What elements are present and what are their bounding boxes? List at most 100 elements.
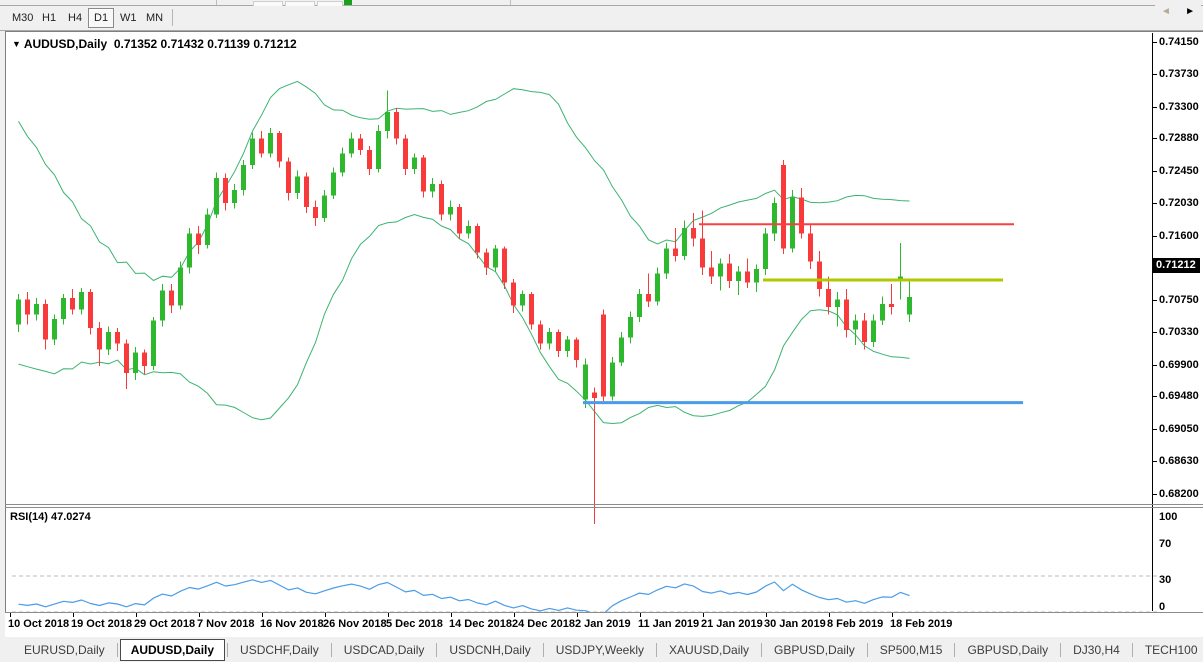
candle	[664, 243, 669, 279]
chart-symbol-label: AUDUSD,Daily	[24, 37, 107, 51]
candle	[691, 213, 696, 246]
candle	[340, 148, 345, 177]
candle	[484, 249, 489, 276]
candle	[808, 224, 813, 270]
candle	[898, 243, 903, 299]
time-tick-mark	[262, 613, 263, 617]
time-tick-label: 24 Dec 2018	[512, 618, 575, 630]
chart-tab-gbpusd-daily[interactable]: GBPUSD,Daily	[764, 639, 865, 661]
candle	[556, 330, 561, 357]
time-tick-mark	[199, 613, 200, 617]
chart-tab-usdcnh-daily[interactable]: USDCNH,Daily	[439, 639, 540, 661]
candle	[43, 299, 48, 349]
candle	[403, 135, 408, 175]
chart-tab-dj30-h4[interactable]: DJ30,H4	[1063, 639, 1130, 661]
candle	[610, 357, 615, 400]
candle	[709, 251, 714, 284]
candle	[115, 328, 120, 351]
tab-scroll-right-icon[interactable]: ►	[1185, 0, 1195, 24]
price-tick-label: 0.71600	[1159, 229, 1203, 243]
chart-tab-usdcad-daily[interactable]: USDCAD,Daily	[334, 639, 435, 661]
price-tick-mark	[1153, 42, 1157, 43]
candle	[133, 347, 138, 380]
current-price-badge: 0.71212	[1153, 258, 1200, 273]
candle	[763, 228, 768, 275]
timeframe-toolbar: M30H1H4D1W1MN	[0, 6, 1203, 31]
price-tick-mark	[1153, 300, 1157, 301]
candle	[448, 201, 453, 221]
bollinger-bands	[19, 81, 910, 423]
toolbar-button-green-partial[interactable]	[344, 0, 352, 5]
candle	[79, 288, 84, 315]
candle	[619, 332, 624, 366]
price-tick-mark	[1153, 461, 1157, 462]
tab-scroll-left-icon[interactable]: ◄	[1161, 0, 1171, 24]
time-tick-label: 26 Nov 2018	[323, 618, 387, 630]
timeframe-button-h4[interactable]: H4	[62, 8, 88, 28]
pane-splitter[interactable]	[5, 504, 1203, 505]
chart-window	[5, 31, 1203, 637]
candle	[439, 180, 444, 220]
chart-tab-sp500-m15[interactable]: SP500,M15	[870, 639, 953, 661]
candle	[385, 91, 390, 139]
chart-tab-usdchf-daily[interactable]: USDCHF,Daily	[230, 639, 329, 661]
candle	[736, 266, 741, 295]
timeframe-button-h1[interactable]: H1	[36, 8, 62, 28]
chart-tab-audusd-daily[interactable]: AUDUSD,Daily	[120, 639, 225, 661]
candle	[295, 170, 300, 199]
price-tick-label: 0.68200	[1159, 487, 1203, 501]
candle	[187, 228, 192, 274]
price-tick-mark	[1153, 171, 1157, 172]
chart-tab-tech100[interactable]: TECH100	[1135, 639, 1203, 661]
timeframe-button-w1[interactable]: W1	[114, 8, 143, 28]
time-tick-mark	[73, 613, 74, 617]
candle	[277, 131, 282, 168]
candle	[232, 184, 237, 208]
time-tick-label: 2 Jan 2019	[575, 618, 631, 630]
candle	[727, 254, 732, 288]
candle	[52, 315, 57, 345]
symbol-dropdown-icon[interactable]: ▼	[12, 39, 21, 49]
chart-tab-xauusd-daily[interactable]: XAUUSD,Daily	[659, 639, 759, 661]
timeframe-button-m30[interactable]: M30	[6, 8, 39, 28]
candle	[97, 322, 102, 366]
time-tick-label: 18 Feb 2019	[890, 618, 952, 630]
tab-separator	[543, 643, 544, 657]
price-tick-label: 0.72880	[1159, 131, 1203, 145]
price-tick-label: 0.69050	[1159, 422, 1203, 436]
price-tick-label: 0.72030	[1159, 196, 1203, 210]
chart-tab-gbpusd-daily[interactable]: GBPUSD,Daily	[957, 639, 1058, 661]
candle	[583, 359, 588, 408]
main-price-chart[interactable]	[12, 65, 1158, 536]
tab-separator	[1060, 643, 1061, 657]
candle	[331, 167, 336, 199]
price-tick-mark	[1153, 74, 1157, 75]
candle	[493, 245, 498, 271]
time-tick-mark	[388, 613, 389, 617]
tab-separator	[117, 643, 118, 657]
timeframe-button-mn[interactable]: MN	[140, 8, 169, 28]
price-tick-mark	[1153, 396, 1157, 397]
pane-splitter[interactable]	[5, 507, 1203, 508]
candle	[880, 296, 885, 325]
price-tick-label: 0.70330	[1159, 325, 1203, 339]
chart-tab-eurusd-daily[interactable]: EURUSD,Daily	[14, 639, 115, 661]
candle	[34, 298, 39, 321]
time-tick-label: 7 Nov 2018	[197, 618, 254, 630]
time-tick-mark	[766, 613, 767, 617]
time-tick-label: 10 Oct 2018	[8, 618, 69, 630]
candle	[88, 289, 93, 335]
candle	[511, 279, 516, 313]
candle	[817, 251, 822, 297]
toolbar-separator	[510, 0, 511, 5]
chart-tab-bar: EURUSD,DailyAUDUSD,DailyUSDCHF,DailyUSDC…	[0, 638, 1203, 662]
time-axis[interactable]: 10 Oct 201819 Oct 201829 Oct 20187 Nov 2…	[5, 612, 1203, 637]
chart-tab-usdjpy-weekly[interactable]: USDJPY,Weekly	[546, 639, 654, 661]
timeframe-button-d1[interactable]: D1	[88, 8, 114, 28]
time-tick-mark	[451, 613, 452, 617]
candle	[178, 262, 183, 310]
candle	[601, 309, 606, 401]
rsi-guide-levels	[12, 576, 1158, 612]
candle	[745, 258, 750, 288]
price-axis-line	[1152, 33, 1153, 611]
